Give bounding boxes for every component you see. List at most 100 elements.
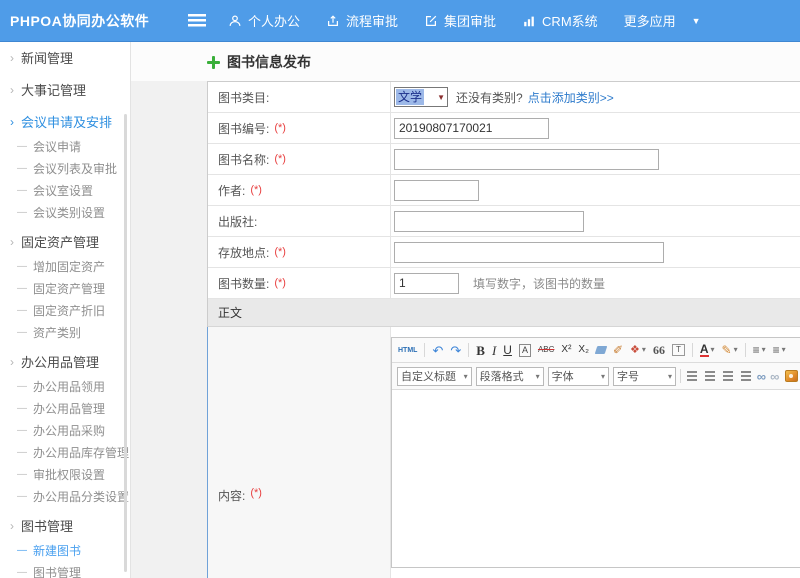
font-color-icon[interactable]: A▾ — [700, 343, 715, 357]
sidebar-item-approval-permission[interactable]: — 审批权限设置 — [0, 463, 130, 485]
editor-toolbar-row1: HTML ↶ ↷ B I U A ABC X² X₂ ✐ — [392, 338, 800, 363]
html-source-button[interactable]: HTML — [398, 347, 417, 354]
nav-more-apps[interactable]: 更多应用 ▼ — [624, 11, 701, 30]
sidebar-group-office-supplies[interactable]: › 办公用品管理 — [0, 348, 130, 375]
align-center-icon[interactable] — [705, 371, 715, 381]
sidebar-item-label: 办公用品分类设置 — [33, 488, 129, 505]
autotypeset-icon[interactable]: A — [519, 344, 531, 357]
italic-icon[interactable]: I — [492, 344, 496, 357]
chevron-down-icon: ▾ — [668, 372, 672, 381]
nav-label: 集团审批 — [444, 11, 496, 30]
subscript-icon[interactable]: X₂ — [578, 345, 589, 355]
editor-content-area[interactable] — [392, 390, 800, 567]
align-right-icon[interactable] — [723, 371, 733, 381]
sidebar-item-asset-manage[interactable]: — 固定资产管理 — [0, 277, 130, 299]
selected-option: 文学 — [396, 89, 424, 105]
sidebar-item-label: 新建图书 — [33, 542, 81, 559]
toolbar-separator — [692, 343, 693, 357]
category-select[interactable]: 文学 ▼ — [394, 87, 448, 107]
blockquote-icon[interactable]: 66 — [653, 344, 665, 356]
superscript-icon[interactable]: X² — [561, 345, 571, 355]
location-input[interactable] — [394, 242, 664, 263]
sidebar-item-new-book[interactable]: — 新建图书 — [0, 539, 130, 561]
select-label: 字号 — [617, 368, 639, 384]
font-family-select[interactable]: 字体▾ — [548, 367, 609, 386]
chevron-down-icon: ▾ — [734, 346, 738, 354]
nav-workflow-approval[interactable]: 流程审批 — [326, 11, 398, 30]
sidebar-item-supplies-inventory[interactable]: — 办公用品库存管理 — [0, 441, 130, 463]
align-left-icon[interactable] — [687, 371, 697, 381]
highlight-icon[interactable]: ✎▾ — [722, 344, 738, 356]
author-input[interactable] — [394, 180, 479, 201]
dash-icon: — — [17, 447, 27, 458]
eraser-icon[interactable] — [595, 346, 608, 354]
dash-icon: — — [17, 469, 27, 480]
sidebar-group-news[interactable]: › 新闻管理 — [0, 44, 130, 71]
label-text: 图书名称: — [218, 151, 269, 168]
nav-group-approval[interactable]: 集团审批 — [424, 11, 496, 30]
align-justify-icon[interactable] — [741, 371, 751, 381]
paste-plain-icon[interactable]: T — [672, 344, 685, 356]
redo-icon[interactable]: ↷ — [450, 344, 461, 357]
sidebar-item-supplies-category[interactable]: — 办公用品分类设置 — [0, 485, 130, 507]
sidebar-item-meeting-category[interactable]: — 会议类别设置 — [0, 201, 130, 223]
hamburger-menu-icon[interactable] — [188, 14, 206, 27]
nav-label: 更多应用 — [624, 11, 676, 30]
book-number-input[interactable] — [394, 118, 549, 139]
sidebar-item-label: 增加固定资产 — [33, 258, 105, 275]
required-mark: (*) — [274, 153, 286, 165]
sidebar-item-label: 图书管理 — [33, 564, 81, 578]
unlink-icon[interactable]: ∞ — [770, 370, 779, 383]
link-icon[interactable]: ∞ — [757, 370, 766, 383]
underline-icon[interactable]: U — [503, 344, 512, 356]
publisher-input[interactable] — [394, 211, 584, 232]
field-cell — [391, 144, 800, 174]
sidebar-item-asset-category[interactable]: — 资产类别 — [0, 321, 130, 343]
sidebar-group-events[interactable]: › 大事记管理 — [0, 76, 130, 103]
content-label-cell: 内容: (*) — [208, 327, 391, 578]
field-label: 出版社: — [208, 206, 391, 236]
nav-crm-system[interactable]: CRM系统 — [522, 11, 598, 30]
sidebar-group-label: 会议申请及安排 — [21, 112, 112, 131]
sidebar-item-label: 固定资产折旧 — [33, 302, 105, 319]
sidebar-item-meeting-list[interactable]: — 会议列表及审批 — [0, 157, 130, 179]
sidebar: › 新闻管理 › 大事记管理 › 会议申请及安排 — 会议申请 — 会议列表及审… — [0, 42, 131, 578]
sidebar-item-meeting-room[interactable]: — 会议室设置 — [0, 179, 130, 201]
unordered-list-icon[interactable]: ≡▾ — [773, 344, 786, 356]
font-size-select[interactable]: 字号 ▾ — [613, 367, 676, 386]
glyph: ≡ — [773, 344, 780, 356]
chevron-down-icon: ▾ — [782, 346, 786, 354]
quantity-input[interactable] — [394, 273, 459, 294]
undo-icon[interactable]: ↶ — [432, 344, 443, 357]
insert-image-icon[interactable] — [785, 370, 798, 382]
dash-icon: — — [17, 403, 27, 414]
ordered-list-icon[interactable]: ≡▾ — [753, 344, 766, 356]
field-label: 图书数量: (*) — [208, 268, 391, 298]
sidebar-group-fixed-assets[interactable]: › 固定资产管理 — [0, 228, 130, 255]
paragraph-format-select[interactable]: 段落格式▾ — [476, 367, 544, 386]
sidebar-group-books[interactable]: › 图书管理 — [0, 512, 130, 539]
book-name-input[interactable] — [394, 149, 659, 170]
sidebar-item-supplies-claim[interactable]: — 办公用品领用 — [0, 375, 130, 397]
sidebar-item-asset-depreciation[interactable]: — 固定资产折旧 — [0, 299, 130, 321]
format-brush-icon[interactable]: ✐ — [613, 344, 623, 356]
sidebar-scrollbar[interactable] — [124, 114, 127, 572]
dash-icon: — — [17, 491, 27, 502]
nav-personal-office[interactable]: 个人办公 — [228, 11, 300, 30]
custom-style-icon[interactable]: ❖▾ — [630, 345, 646, 356]
add-category-link[interactable]: 点击添加类别>> — [528, 89, 614, 106]
category-note: 还没有类别? — [456, 89, 523, 106]
toolbar-separator — [745, 343, 746, 357]
sidebar-item-label: 办公用品采购 — [33, 422, 105, 439]
sidebar-item-supplies-manage[interactable]: — 办公用品管理 — [0, 397, 130, 419]
glyph: A — [700, 343, 709, 357]
sidebar-item-meeting-apply[interactable]: — 会议申请 — [0, 135, 130, 157]
sidebar-item-book-manage[interactable]: — 图书管理 — [0, 561, 130, 578]
sidebar-item-label: 固定资产管理 — [33, 280, 105, 297]
sidebar-item-add-asset[interactable]: — 增加固定资产 — [0, 255, 130, 277]
sidebar-item-supplies-purchase[interactable]: — 办公用品采购 — [0, 419, 130, 441]
custom-title-select[interactable]: 自定义标题▾ — [397, 367, 472, 386]
sidebar-group-meetings[interactable]: › 会议申请及安排 — [0, 108, 130, 135]
bold-icon[interactable]: B — [476, 344, 485, 357]
strikethrough-icon[interactable]: ABC — [538, 346, 554, 354]
